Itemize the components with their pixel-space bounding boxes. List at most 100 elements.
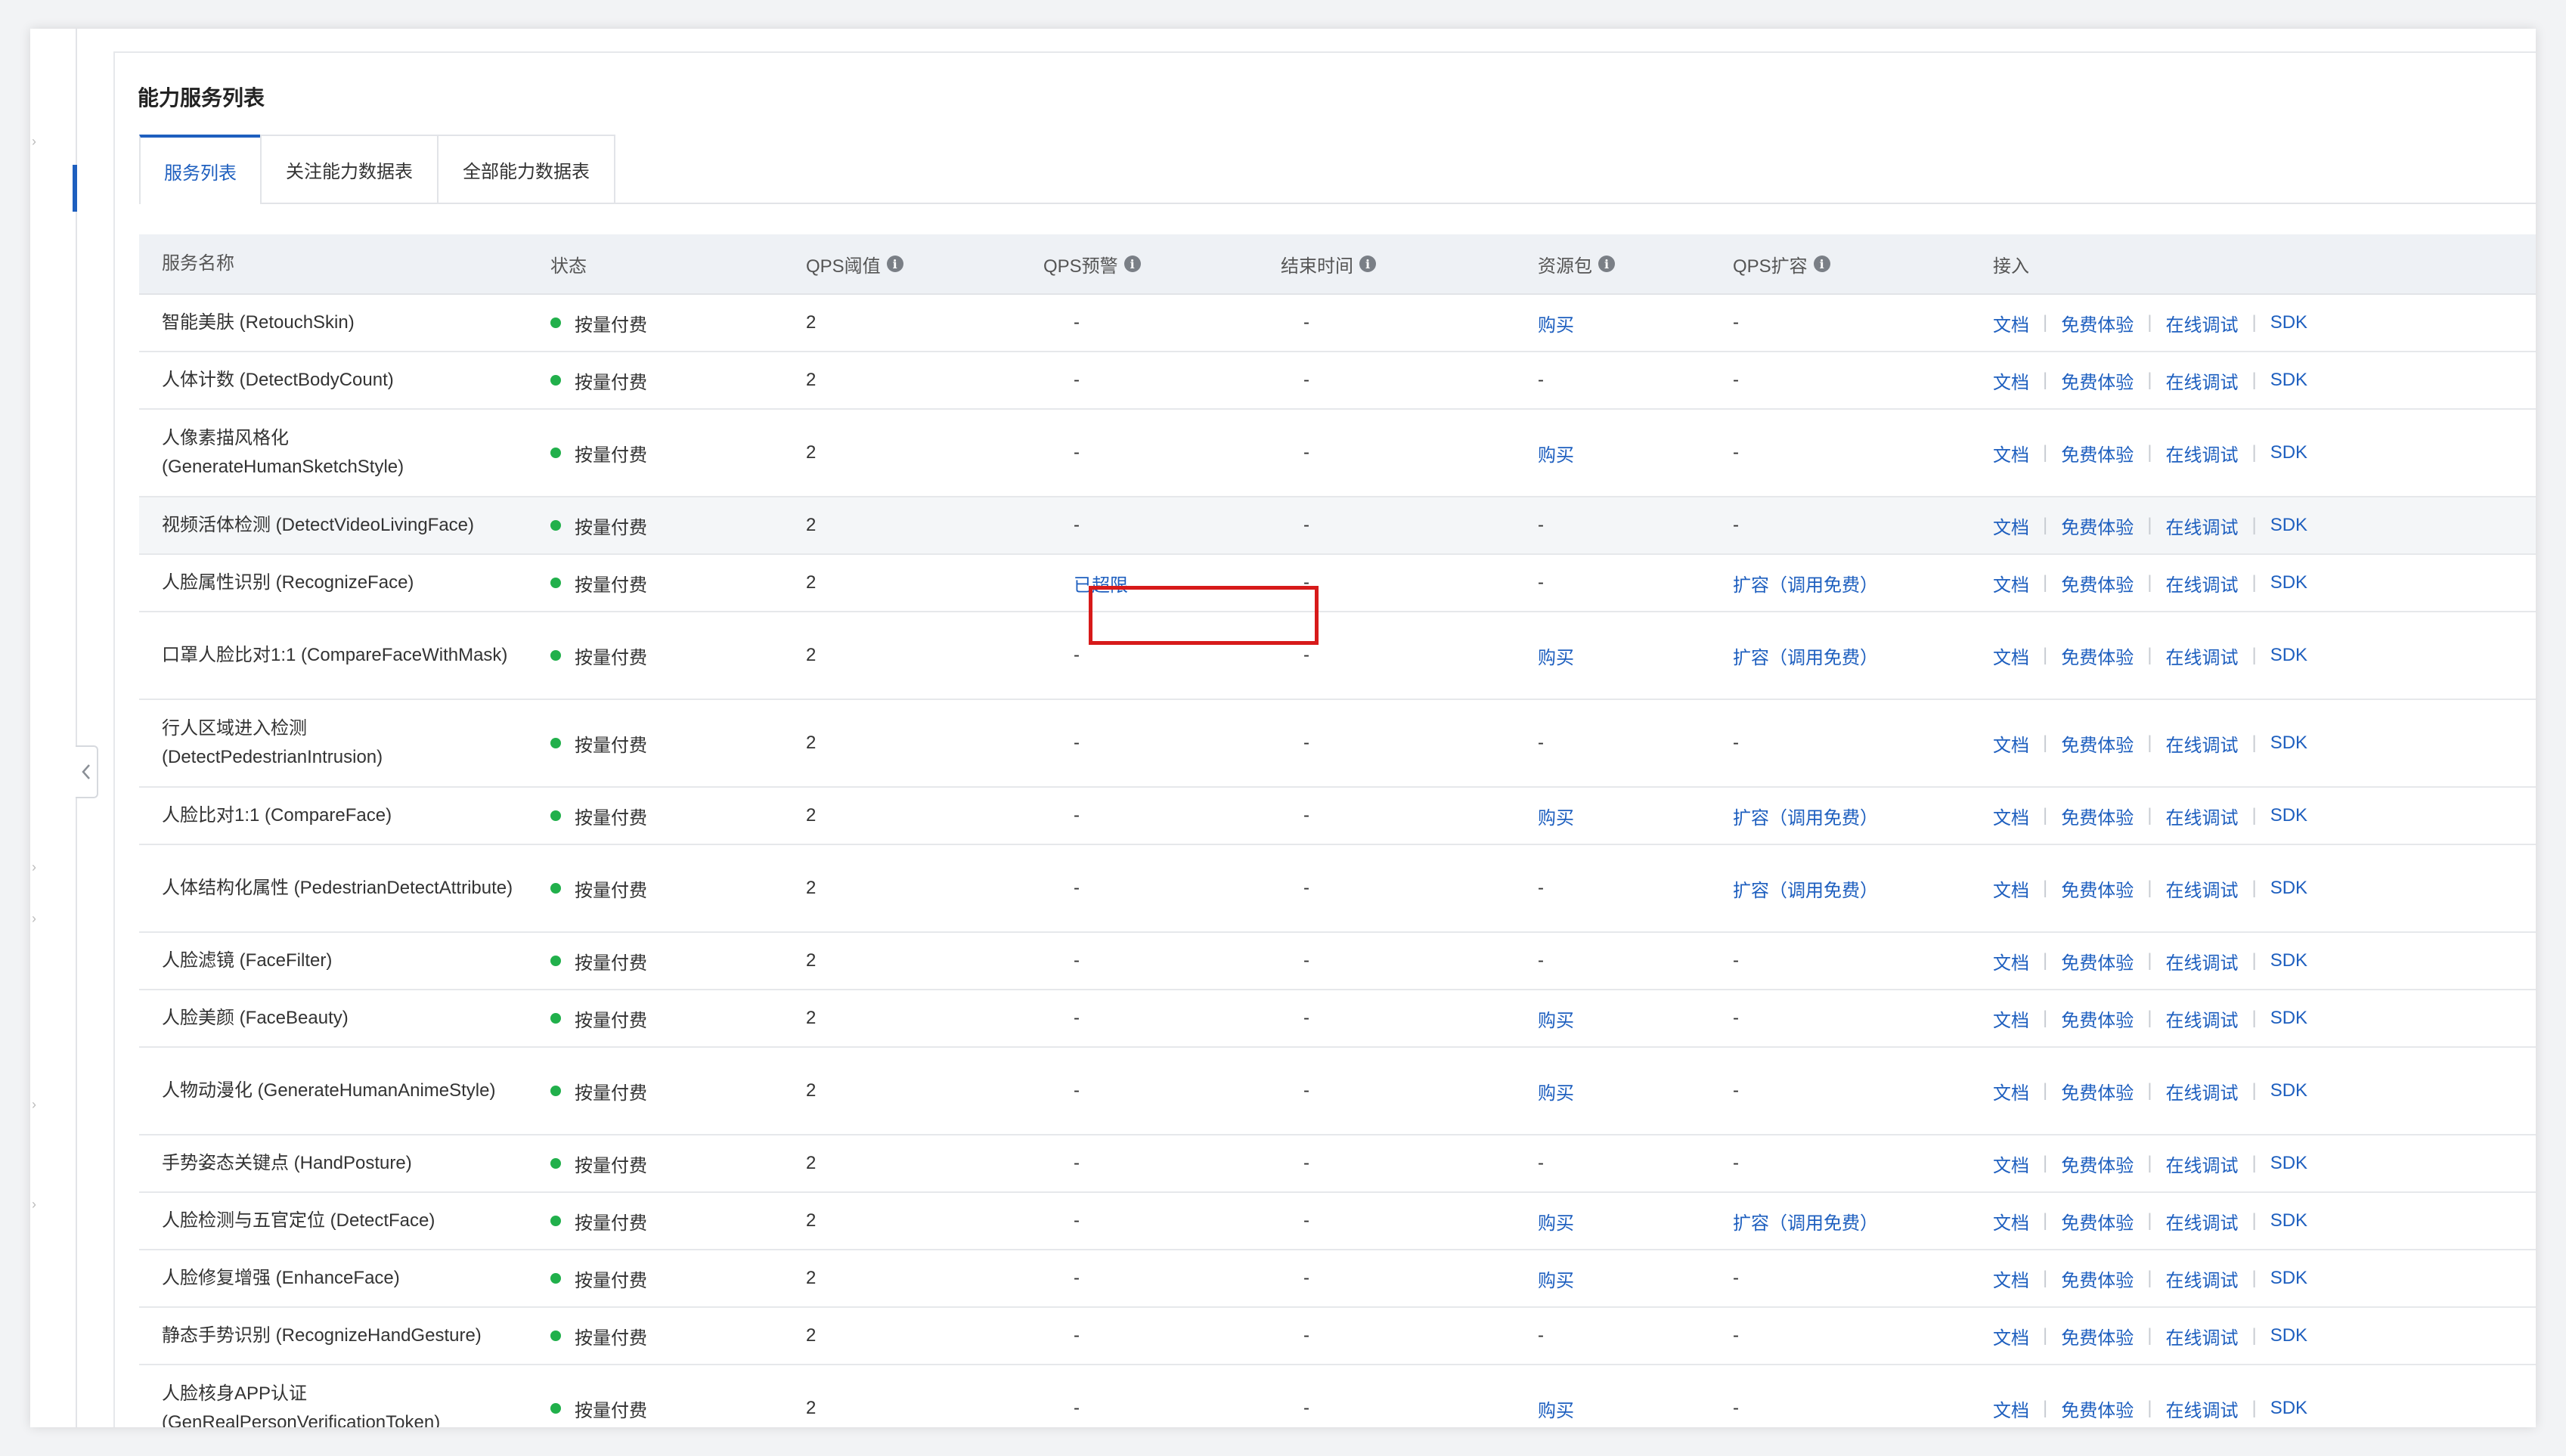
sdk-link[interactable]: SDK [2270,733,2307,754]
free-trial-link[interactable]: 免费体验 [2061,1323,2134,1349]
qps-warning: - [1074,1080,1080,1101]
online-debug-link[interactable]: 在线调试 [2165,310,2238,336]
free-trial-link[interactable]: 免费体验 [2061,1151,2134,1177]
sdk-link[interactable]: SDK [2270,1080,2307,1101]
resource-pack[interactable]: 购买 [1538,612,1574,699]
online-debug-link[interactable]: 在线调试 [2165,643,2238,669]
sdk-link[interactable]: SDK [2270,442,2307,463]
online-debug-link[interactable]: 在线调试 [2165,1151,2238,1177]
resource-pack[interactable]: 购买 [1538,1250,1574,1306]
sdk-link[interactable]: SDK [2270,950,2307,971]
tab-followed-data[interactable]: 关注能力数据表 [260,135,439,203]
info-icon[interactable]: i [1359,256,1376,272]
sdk-link[interactable]: SDK [2270,878,2307,899]
info-icon[interactable]: i [886,256,903,272]
tab-service-list[interactable]: 服务列表 [139,135,262,204]
free-trial-link[interactable]: 免费体验 [2061,875,2134,902]
docs-link[interactable]: 文档 [1993,1396,2029,1422]
sdk-link[interactable]: SDK [2270,805,2307,826]
sdk-link[interactable]: SDK [2270,645,2307,666]
qps-expand[interactable]: 扩容（调用免费） [1733,612,1878,699]
online-debug-link[interactable]: 在线调试 [2165,1078,2238,1104]
qps-expand[interactable]: 扩容（调用免费） [1733,555,1878,611]
free-trial-link[interactable]: 免费体验 [2061,730,2134,757]
docs-link[interactable]: 文档 [1993,513,2029,539]
sdk-link[interactable]: SDK [2270,1210,2307,1231]
docs-link[interactable]: 文档 [1993,875,2029,902]
free-trial-link[interactable]: 免费体验 [2061,948,2134,974]
docs-link[interactable]: 文档 [1993,440,2029,466]
qps-expand[interactable]: 扩容（调用免费） [1733,845,1878,931]
free-trial-link[interactable]: 免费体验 [2061,1396,2134,1422]
online-debug-link[interactable]: 在线调试 [2165,440,2238,466]
sdk-link[interactable]: SDK [2270,1398,2307,1419]
online-debug-link[interactable]: 在线调试 [2165,1208,2238,1235]
resource-pack[interactable]: 购买 [1538,1193,1574,1249]
docs-link[interactable]: 文档 [1993,1323,2029,1349]
online-debug-link[interactable]: 在线调试 [2165,803,2238,829]
sdk-link[interactable]: SDK [2270,572,2307,593]
free-trial-link[interactable]: 免费体验 [2061,643,2134,669]
docs-link[interactable]: 文档 [1993,1078,2029,1104]
resource-pack[interactable]: 购买 [1538,788,1574,844]
resource-pack[interactable]: 购买 [1538,410,1574,496]
online-debug-link[interactable]: 在线调试 [2165,948,2238,974]
sdk-link[interactable]: SDK [2270,1153,2307,1174]
online-debug-link[interactable]: 在线调试 [2165,570,2238,596]
sdk-link[interactable]: SDK [2270,370,2307,391]
free-trial-link[interactable]: 免费体验 [2061,803,2134,829]
sdk-link[interactable]: SDK [2270,1268,2307,1289]
free-trial-link[interactable]: 免费体验 [2061,1208,2134,1235]
sdk-link[interactable]: SDK [2270,1008,2307,1029]
online-debug-link[interactable]: 在线调试 [2165,513,2238,539]
resource-pack[interactable]: 购买 [1538,990,1574,1046]
online-debug-link[interactable]: 在线调试 [2165,1265,2238,1292]
qps-expand[interactable]: 扩容（调用免费） [1733,788,1878,844]
chevron-icon[interactable]: › [32,1098,36,1111]
resource-pack[interactable]: 购买 [1538,1048,1574,1134]
access-links: 文档 | 免费体验 | 在线调试 | SDK [1993,990,2307,1046]
info-icon[interactable]: i [1813,256,1830,272]
free-trial-link[interactable]: 免费体验 [2061,440,2134,466]
chevron-icon[interactable]: › [32,860,36,874]
free-trial-link[interactable]: 免费体验 [2061,513,2134,539]
docs-link[interactable]: 文档 [1993,367,2029,394]
online-debug-link[interactable]: 在线调试 [2165,1323,2238,1349]
docs-link[interactable]: 文档 [1993,570,2029,596]
online-debug-link[interactable]: 在线调试 [2165,1005,2238,1032]
docs-link[interactable]: 文档 [1993,1151,2029,1177]
sdk-link[interactable]: SDK [2270,515,2307,536]
free-trial-link[interactable]: 免费体验 [2061,1078,2134,1104]
free-trial-link[interactable]: 免费体验 [2061,570,2134,596]
docs-link[interactable]: 文档 [1993,803,2029,829]
online-debug-link[interactable]: 在线调试 [2165,367,2238,394]
sdk-link[interactable]: SDK [2270,1325,2307,1346]
online-debug-link[interactable]: 在线调试 [2165,875,2238,902]
docs-link[interactable]: 文档 [1993,1005,2029,1032]
chevron-icon[interactable]: › [32,1197,36,1211]
info-icon[interactable]: i [1123,256,1141,272]
resource-pack[interactable]: 购买 [1538,1365,1574,1427]
docs-link[interactable]: 文档 [1993,310,2029,336]
access-links: 文档 | 免费体验 | 在线调试 | SDK [1993,555,2307,611]
qps-warning[interactable]: 已超限 [1074,555,1128,611]
chevron-icon[interactable]: › [32,912,36,925]
docs-link[interactable]: 文档 [1993,1208,2029,1235]
docs-link[interactable]: 文档 [1993,730,2029,757]
free-trial-link[interactable]: 免费体验 [2061,1005,2134,1032]
online-debug-link[interactable]: 在线调试 [2165,1396,2238,1422]
docs-link[interactable]: 文档 [1993,948,2029,974]
free-trial-link[interactable]: 免费体验 [2061,367,2134,394]
tab-all-data[interactable]: 全部能力数据表 [437,135,615,203]
docs-link[interactable]: 文档 [1993,1265,2029,1292]
chevron-icon[interactable]: › [32,135,36,148]
qps-expand[interactable]: 扩容（调用免费） [1733,1193,1878,1249]
sidebar-collapse-button[interactable] [76,745,98,798]
resource-pack[interactable]: 购买 [1538,295,1574,351]
sdk-link[interactable]: SDK [2270,312,2307,333]
free-trial-link[interactable]: 免费体验 [2061,1265,2134,1292]
online-debug-link[interactable]: 在线调试 [2165,730,2238,757]
info-icon[interactable]: i [1598,256,1615,272]
free-trial-link[interactable]: 免费体验 [2061,310,2134,336]
docs-link[interactable]: 文档 [1993,643,2029,669]
